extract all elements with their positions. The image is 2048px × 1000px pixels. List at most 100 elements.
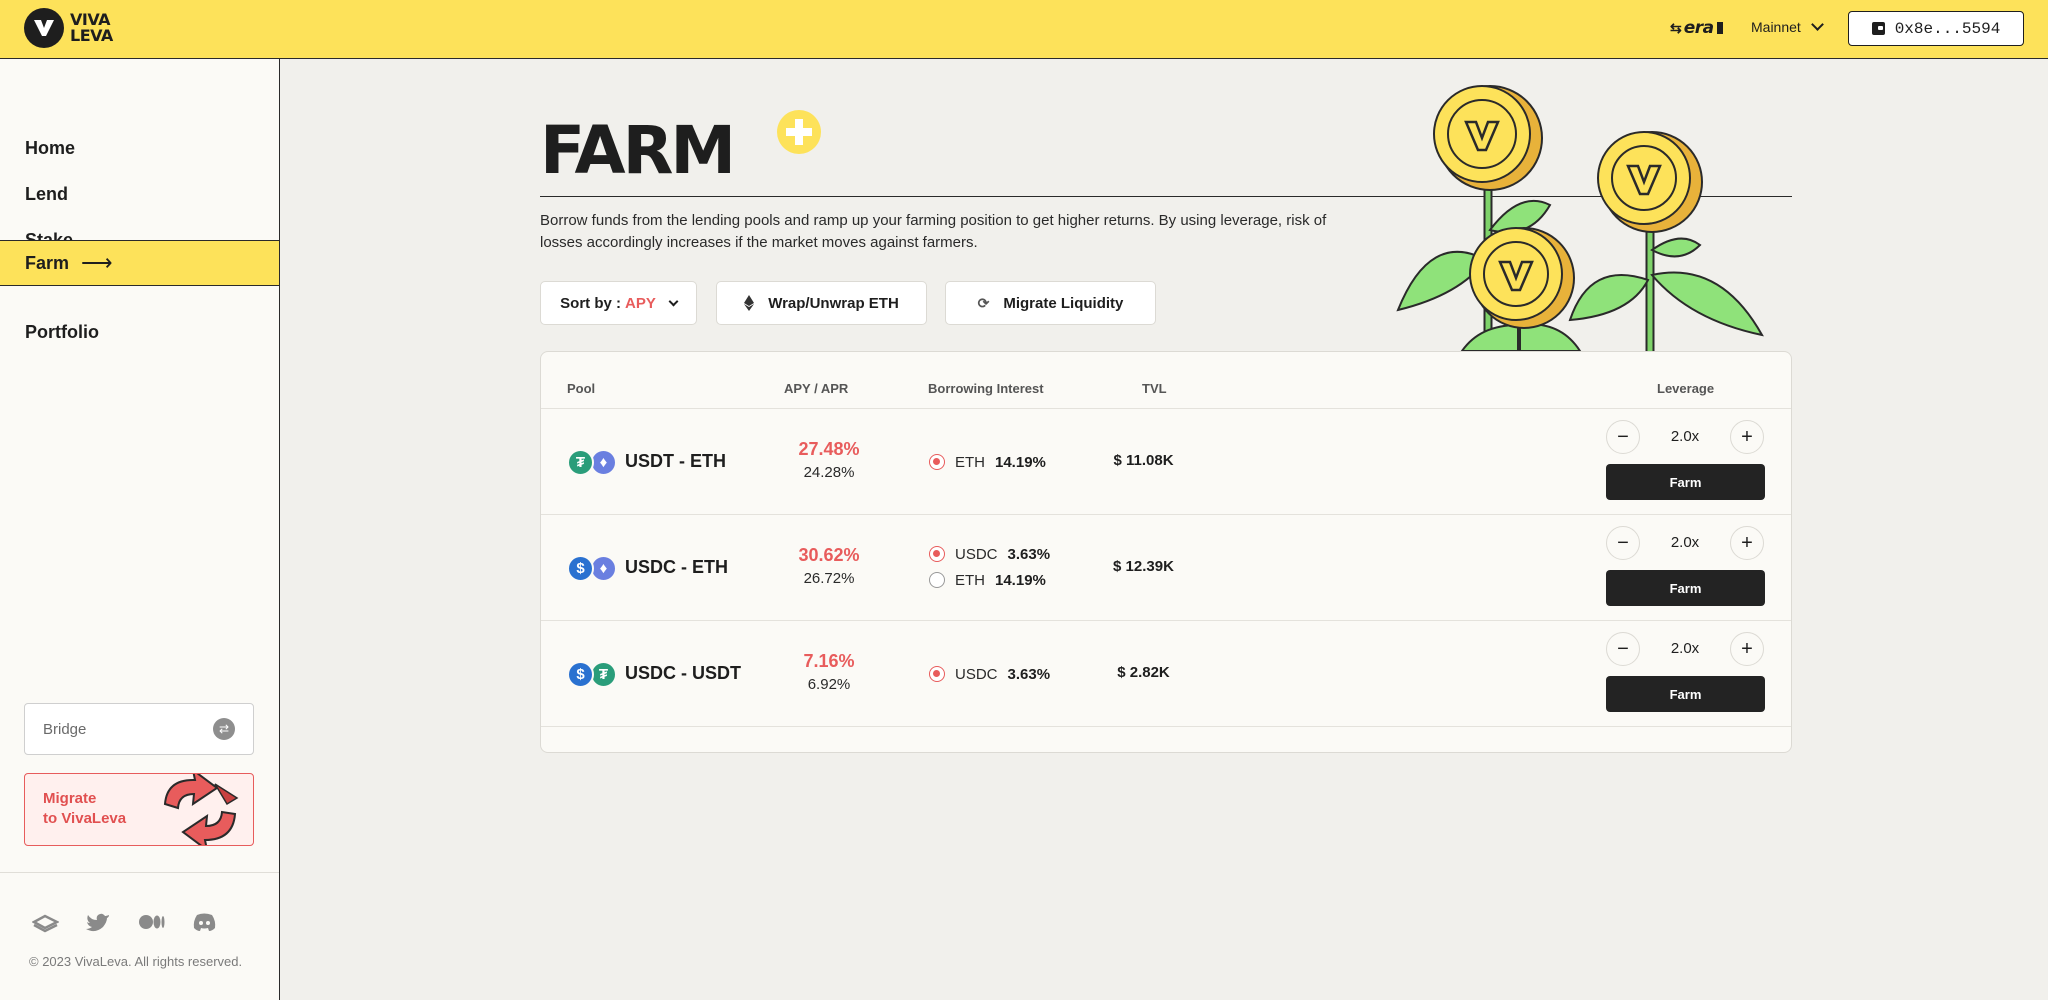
- chevron-down-icon: [668, 296, 679, 306]
- borrow-asset: USDC: [955, 545, 998, 563]
- table-row: ₮ ♦ USDT - ETH 27.48% 24.28% ETH 14.19% …: [541, 409, 1791, 515]
- sidebar-item-portfolio[interactable]: Portfolio: [0, 309, 279, 355]
- arrow-right-icon: ⟶: [81, 250, 113, 275]
- borrow-rate: 14.19%: [995, 571, 1046, 589]
- tvl-value: $ 11.08K: [1113, 452, 1174, 469]
- tvl-value: $ 2.82K: [1117, 664, 1170, 681]
- twitter-icon[interactable]: [85, 911, 112, 933]
- borrow-asset: USDC: [955, 665, 998, 683]
- farm-button[interactable]: Farm: [1606, 676, 1765, 712]
- medium-icon[interactable]: [138, 911, 165, 933]
- vivaleva-logo[interactable]: VIVA LEVA: [24, 8, 113, 48]
- leverage-increase-button[interactable]: +: [1730, 632, 1764, 666]
- radio-selected[interactable]: [929, 454, 945, 470]
- coin-plants-illustration: [1396, 85, 1764, 351]
- usdc-icon: $: [567, 555, 594, 582]
- logo-text: VIVA LEVA: [70, 10, 113, 45]
- sort-dropdown[interactable]: Sort by : APY: [540, 281, 697, 325]
- tvl-value: $ 12.39K: [1113, 558, 1174, 575]
- wrap-unwrap-eth-button[interactable]: Wrap/Unwrap ETH: [716, 281, 927, 325]
- sort-label: Sort by :: [560, 294, 621, 312]
- sidebar: Home Lend Stake Farm ⟶ Portfolio Bridge …: [0, 59, 280, 1000]
- apy-value: 30.62%: [798, 545, 860, 565]
- header-tvl: TVL: [1142, 381, 1167, 396]
- copyright-text: © 2023 VivaLeva. All rights reserved.: [29, 954, 243, 969]
- migrate-liquidity-label: Migrate Liquidity: [1003, 294, 1124, 312]
- borrow-option[interactable]: USDC 3.63%: [929, 664, 1050, 684]
- sort-value: APY: [625, 294, 656, 312]
- sidebar-item-lend[interactable]: Lend: [0, 171, 279, 217]
- borrow-option[interactable]: USDC 3.63%: [929, 544, 1050, 564]
- pool-name: USDC - USDT: [625, 663, 741, 683]
- borrow-option[interactable]: ETH 14.19%: [929, 570, 1046, 590]
- farm-button[interactable]: Farm: [1606, 464, 1765, 500]
- gitbook-icon[interactable]: [32, 911, 59, 933]
- page-title: FARM: [540, 112, 736, 189]
- chevron-down-icon: [1810, 18, 1824, 31]
- wallet-icon: [1871, 22, 1885, 35]
- usdt-icon: ₮: [567, 449, 594, 476]
- bridge-button[interactable]: Bridge ⇄: [24, 703, 254, 755]
- usdt-icon: ₮: [590, 661, 617, 688]
- apr-value: 6.92%: [807, 676, 851, 693]
- eth-icon: ♦: [590, 555, 617, 582]
- radio-selected[interactable]: [929, 546, 945, 562]
- pool-name: USDC - ETH: [625, 557, 728, 577]
- header-borrowing-interest: Borrowing Interest: [928, 381, 1044, 396]
- era-network-logo: ⇆ era: [1670, 18, 1723, 38]
- leverage-increase-button[interactable]: +: [1730, 420, 1764, 454]
- migrate-liquidity-button[interactable]: ⟳ Migrate Liquidity: [945, 281, 1156, 325]
- header-apy-apr: APY / APR: [784, 381, 849, 396]
- borrow-asset: ETH: [955, 571, 985, 589]
- borrow-rate: 14.19%: [995, 453, 1046, 471]
- top-bar: VIVA LEVA ⇆ era Mainnet 0x8e...5594: [0, 0, 2048, 59]
- pool-token-pair: $ ₮: [567, 661, 619, 689]
- bridge-arrows-icon: ⇆: [1670, 19, 1682, 36]
- social-links: [32, 911, 218, 933]
- migrate-line-2: to VivaLeva: [43, 810, 127, 827]
- apy-value: 7.16%: [803, 651, 855, 671]
- leverage-increase-button[interactable]: +: [1730, 526, 1764, 560]
- migrate-line-1: Migrate: [43, 790, 97, 807]
- ethereum-icon: [744, 295, 755, 311]
- header-pool: Pool: [567, 381, 596, 396]
- plus-badge-icon: [777, 110, 821, 154]
- pool-name: USDT - ETH: [625, 451, 726, 471]
- borrow-option[interactable]: ETH 14.19%: [929, 452, 1046, 472]
- header-leverage: Leverage: [1657, 381, 1715, 396]
- sidebar-item-home[interactable]: Home: [0, 125, 279, 171]
- wallet-address: 0x8e...5594: [1894, 19, 2001, 38]
- borrow-asset: ETH: [955, 453, 985, 471]
- leverage-value: 2.0x: [1670, 640, 1700, 657]
- leverage-value: 2.0x: [1670, 534, 1700, 551]
- network-selector[interactable]: Mainnet: [1751, 18, 1824, 35]
- leverage-decrease-button[interactable]: −: [1606, 526, 1640, 560]
- apr-value: 24.28%: [803, 464, 855, 481]
- borrow-rate: 3.63%: [1007, 665, 1051, 683]
- migrate-arrows-illustration: [163, 774, 239, 845]
- migrate-to-vivaleva-banner[interactable]: Migrate to VivaLeva: [24, 773, 254, 846]
- leverage-decrease-button[interactable]: −: [1606, 632, 1640, 666]
- table-row: $ ♦ USDC - ETH 30.62% 26.72% USDC 3.63% …: [541, 515, 1791, 621]
- usdc-icon: $: [567, 661, 594, 688]
- logo-mark-icon: [24, 8, 64, 48]
- leverage-value: 2.0x: [1670, 428, 1700, 445]
- network-label: Mainnet: [1751, 19, 1801, 35]
- leverage-decrease-button[interactable]: −: [1606, 420, 1640, 454]
- table-row: $ ₮ USDC - USDT 7.16% 6.92% USDC 3.63% $…: [541, 621, 1791, 727]
- apy-value: 27.48%: [798, 439, 860, 459]
- farm-button[interactable]: Farm: [1606, 570, 1765, 606]
- eth-icon: ♦: [590, 449, 617, 476]
- pool-token-pair: ₮ ♦: [567, 449, 619, 477]
- wrap-unwrap-label: Wrap/Unwrap ETH: [768, 294, 899, 312]
- borrow-rate: 3.63%: [1007, 545, 1051, 563]
- radio-selected[interactable]: [929, 666, 945, 682]
- swap-icon: ⇄: [213, 718, 235, 740]
- sidebar-item-farm[interactable]: Farm ⟶: [0, 240, 279, 286]
- wallet-button[interactable]: 0x8e...5594: [1848, 11, 2024, 46]
- page-description: Borrow funds from the lending pools and …: [540, 212, 1327, 251]
- radio-unselected[interactable]: [929, 572, 945, 588]
- apr-value: 26.72%: [803, 570, 855, 587]
- farm-pools-table: Pool APY / APR Borrowing Interest TVL Le…: [540, 351, 1792, 753]
- discord-icon[interactable]: [191, 911, 218, 933]
